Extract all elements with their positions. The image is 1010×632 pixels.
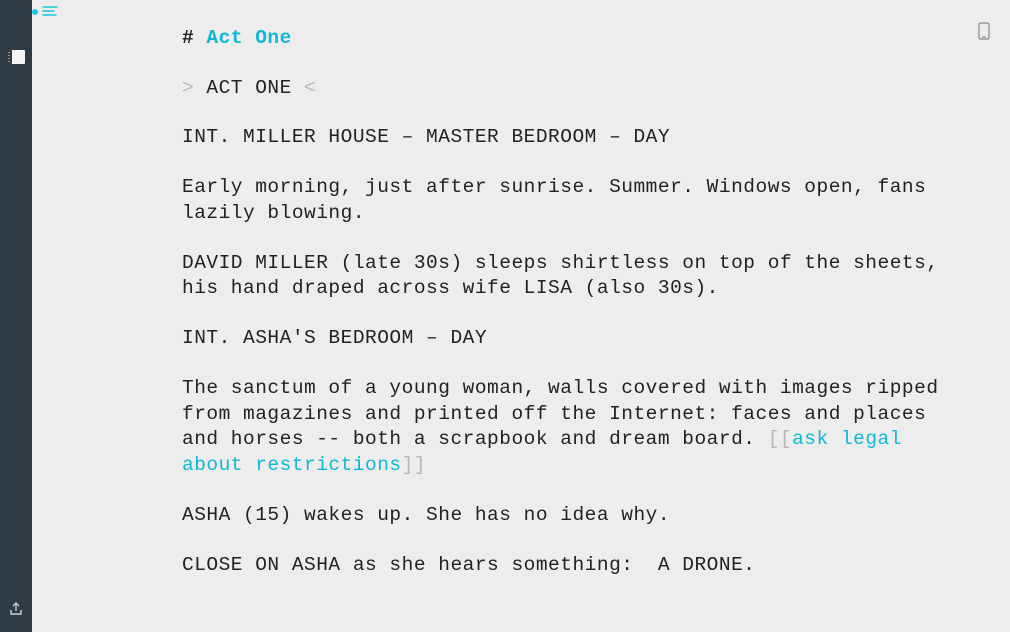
- marker-left: >: [182, 77, 194, 99]
- device-preview-icon[interactable]: [978, 22, 990, 40]
- dot-indicator-icon: [32, 9, 38, 15]
- note-bracket-close: ]]: [402, 454, 426, 476]
- scene-description: The sanctum of a young woman, walls cove…: [182, 376, 950, 479]
- scene-slug: INT. MILLER HOUSE – MASTER BEDROOM – DAY: [182, 125, 950, 151]
- scene-action: DAVID MILLER (late 30s) sleeps shirtless…: [182, 251, 950, 302]
- heading: # Act One: [182, 26, 950, 52]
- scene-action: ASHA (15) wakes up. She has no idea why.: [182, 503, 950, 529]
- note-bracket-open: [[: [768, 428, 792, 450]
- editor[interactable]: # Act One > ACT ONE < INT. MILLER HOUSE …: [182, 26, 950, 632]
- heading-title: Act One: [206, 27, 291, 49]
- app-window: # Act One > ACT ONE < INT. MILLER HOUSE …: [0, 0, 1010, 632]
- scene-action: CLOSE ON ASHA as she hears something: A …: [182, 553, 950, 579]
- view-tabs: [32, 6, 58, 18]
- page-thumbnail-icon[interactable]: [7, 50, 25, 64]
- sidebar: [0, 0, 32, 632]
- scene-description: Early morning, just after sunrise. Summe…: [182, 175, 950, 226]
- content-area: # Act One > ACT ONE < INT. MILLER HOUSE …: [32, 0, 1010, 632]
- share-icon[interactable]: [8, 601, 24, 622]
- outline-view-icon[interactable]: [42, 6, 58, 18]
- act-marker: > ACT ONE <: [182, 76, 950, 102]
- marker-right: <: [304, 77, 316, 99]
- marker-label: ACT ONE: [206, 77, 291, 99]
- heading-hash: #: [182, 27, 194, 49]
- scene-slug: INT. ASHA'S BEDROOM – DAY: [182, 326, 950, 352]
